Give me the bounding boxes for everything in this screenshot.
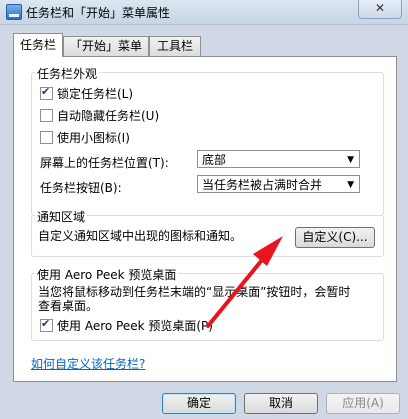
tab-taskbar[interactable]: 任务栏 [13,33,63,57]
arrow-shaft [206,258,264,328]
arrow-head-icon [253,236,283,266]
annotation-arrow [206,236,283,328]
